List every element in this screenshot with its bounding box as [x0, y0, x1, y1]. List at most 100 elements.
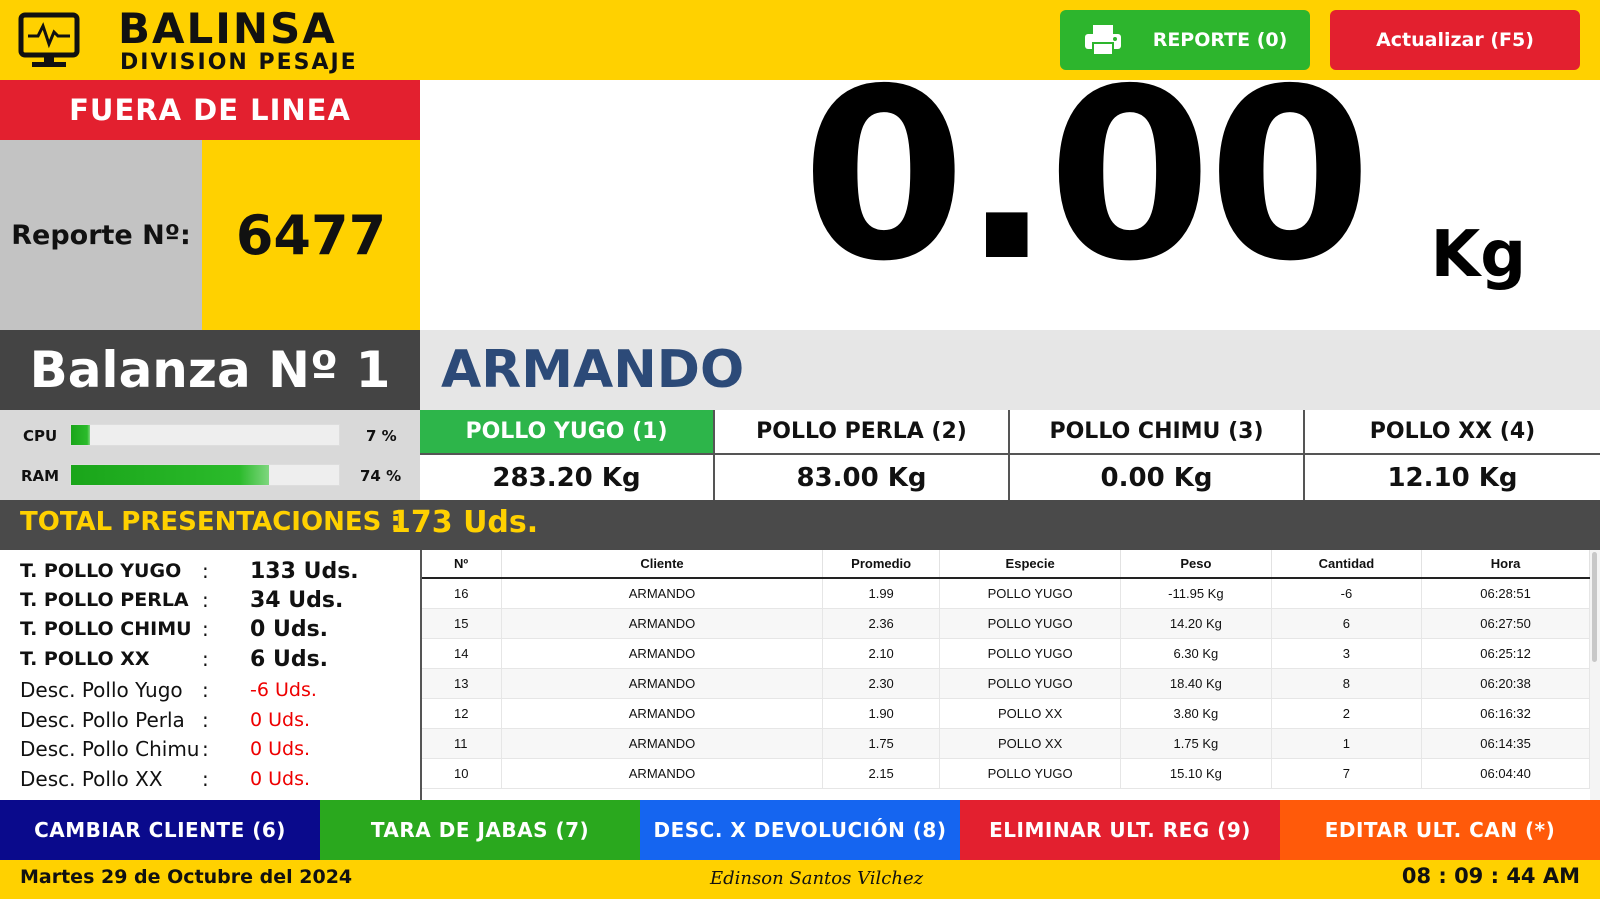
table-row[interactable]: 11 ARMANDO 1.75 POLLO XX 1.75 Kg 1 06:14:35	[422, 728, 1590, 759]
client-name: ARMANDO	[441, 340, 745, 400]
table-cell: POLLO YUGO	[939, 638, 1122, 669]
table-cell: 11	[422, 728, 502, 759]
summary-item-colon: :	[202, 617, 209, 641]
table-row[interactable]: 14 ARMANDO 2.10 POLLO YUGO 6.30 Kg 3 06:25:12	[422, 638, 1590, 669]
monitor-pulse-icon	[18, 12, 80, 67]
summary-item: Desc. Pollo Chimu: 0 Uds.	[20, 734, 420, 764]
table-cell: 06:04:40	[1421, 758, 1590, 789]
summary-item-colon: :	[202, 678, 209, 702]
table-header-row: Nº Cliente Promedio Especie Peso Cantidad Hora	[422, 550, 1590, 579]
species-name: POLLO XX (4)	[1305, 410, 1600, 455]
column-header[interactable]: Cantidad	[1271, 550, 1423, 579]
column-header[interactable]: Peso	[1120, 550, 1272, 579]
table-cell: -11.95 Kg	[1120, 578, 1272, 609]
action-button[interactable]: DESC. X DEVOLUCIÓN (8)	[640, 800, 960, 860]
table-cell: ARMANDO	[501, 728, 824, 759]
brand-subtitle: DIVISION PESAJE	[120, 50, 358, 75]
table-cell: ARMANDO	[501, 608, 824, 639]
column-header[interactable]: Hora	[1421, 550, 1590, 579]
column-header[interactable]: Especie	[939, 550, 1122, 579]
summary-item-colon: :	[202, 708, 209, 732]
table-cell: 06:16:32	[1421, 698, 1590, 729]
table-cell: 06:20:38	[1421, 668, 1590, 699]
table-cell: 15	[422, 608, 502, 639]
species-tab-perla[interactable]: POLLO PERLA (2) 83.00 Kg	[715, 410, 1010, 500]
summary-item: Desc. Pollo Perla: 0 Uds.	[20, 705, 420, 735]
summary-item-name: Desc. Pollo Yugo	[20, 678, 183, 702]
species-tab-chimu[interactable]: POLLO CHIMU (3) 0.00 Kg	[1010, 410, 1305, 500]
weight-value: 0.00	[801, 38, 1372, 313]
table-cell: 14	[422, 638, 502, 669]
summary-item: T. POLLO YUGO: 133 Uds.	[20, 556, 420, 586]
table-cell: 2.30	[822, 668, 941, 699]
summary-item-name: Desc. Pollo Chimu	[20, 737, 200, 761]
table-scrollbar-thumb[interactable]	[1592, 552, 1597, 662]
table-cell: 14.20 Kg	[1120, 608, 1272, 639]
summary-item-colon: :	[202, 737, 209, 761]
summary-item-value: 6 Uds.	[250, 646, 329, 672]
column-header[interactable]: Promedio	[822, 550, 941, 579]
table-cell: 06:27:50	[1421, 608, 1590, 639]
summary-item: T. POLLO XX: 6 Uds.	[20, 644, 420, 674]
table-cell: ARMANDO	[501, 638, 824, 669]
table-cell: 3.80 Kg	[1120, 698, 1272, 729]
action-button[interactable]: TARA DE JABAS (7)	[320, 800, 640, 860]
connection-status: FUERA DE LINEA	[0, 80, 420, 140]
action-button[interactable]: CAMBIAR CLIENTE (6)	[0, 800, 320, 860]
species-name: POLLO YUGO (1)	[420, 410, 713, 455]
table-cell: POLLO YUGO	[939, 758, 1122, 789]
summary-item-value: 0 Uds.	[250, 768, 311, 790]
summary-item-name: Desc. Pollo Perla	[20, 708, 185, 732]
summary-item-value: -6 Uds.	[250, 679, 317, 701]
summary-item-value: 0 Uds.	[250, 738, 311, 760]
table-cell: 12	[422, 698, 502, 729]
brand-logo-text: BALINSA	[118, 4, 337, 53]
table-cell: POLLO YUGO	[939, 608, 1122, 639]
table-cell: 06:25:12	[1421, 638, 1590, 669]
column-header[interactable]: Nº	[422, 550, 502, 579]
ram-label: RAM	[21, 467, 60, 485]
table-row[interactable]: 15 ARMANDO 2.36 POLLO YUGO 14.20 Kg 6 06:27:50	[422, 608, 1590, 639]
table-cell: ARMANDO	[501, 578, 824, 609]
table-row[interactable]: 12 ARMANDO 1.90 POLLO XX 3.80 Kg 2 06:16:32	[422, 698, 1590, 729]
column-header[interactable]: Cliente	[501, 550, 824, 579]
table-row[interactable]: 16 ARMANDO 1.99 POLLO YUGO -11.95 Kg -6 06:28:…	[422, 578, 1590, 609]
table-cell: 16	[422, 578, 502, 609]
report-number-label: Reporte Nº:	[0, 140, 202, 330]
table-cell: 10	[422, 758, 502, 789]
table-cell: POLLO YUGO	[939, 578, 1122, 609]
species-weight: 12.10 Kg	[1387, 462, 1518, 493]
species-tab-xx[interactable]: POLLO XX (4) 12.10 Kg	[1305, 410, 1600, 500]
summary-item-name: T. POLLO PERLA	[20, 589, 189, 611]
table-cell: 6	[1271, 608, 1423, 639]
species-name: POLLO PERLA (2)	[715, 410, 1008, 455]
table-row[interactable]: 13 ARMANDO 2.30 POLLO YUGO 18.40 Kg 8 06:20:38	[422, 668, 1590, 699]
table-cell: 1.75	[822, 728, 941, 759]
cpu-meter-fill	[71, 425, 90, 445]
table-cell: 1	[1271, 728, 1423, 759]
summary-item: Desc. Pollo XX: 0 Uds.	[20, 764, 420, 794]
table-cell: 2.36	[822, 608, 941, 639]
species-weight: 0.00 Kg	[1100, 462, 1213, 493]
summary-item-value: 0 Uds.	[250, 709, 311, 731]
records-table[interactable]: Nº Cliente Promedio Especie Peso Cantidad Hora…	[420, 550, 1600, 800]
species-tab-yugo[interactable]: POLLO YUGO (1) 283.20 Kg	[420, 410, 715, 500]
table-cell: 1.90	[822, 698, 941, 729]
table-cell: 1.99	[822, 578, 941, 609]
action-button[interactable]: ELIMINAR ULT. REG (9)	[960, 800, 1280, 860]
summary-item: T. POLLO CHIMU: 0 Uds.	[20, 614, 420, 644]
cpu-meter	[70, 424, 340, 446]
table-cell: 2.15	[822, 758, 941, 789]
table-cell: 18.40 Kg	[1120, 668, 1272, 699]
summary-item: Desc. Pollo Yugo: -6 Uds.	[20, 675, 420, 705]
action-button[interactable]: EDITAR ULT. CAN (*)	[1280, 800, 1600, 860]
table-cell: POLLO YUGO	[939, 668, 1122, 699]
table-cell: 6.30 Kg	[1120, 638, 1272, 669]
table-row[interactable]: 10 ARMANDO 2.15 POLLO YUGO 15.10 Kg 7 06:04:40	[422, 758, 1590, 789]
total-value: 173 Uds.	[390, 505, 539, 540]
table-cell: ARMANDO	[501, 758, 824, 789]
ram-value: 74 %	[360, 467, 402, 485]
table-cell: POLLO XX	[939, 698, 1122, 729]
table-cell: 06:14:35	[1421, 728, 1590, 759]
summary-item-colon: :	[202, 588, 209, 612]
